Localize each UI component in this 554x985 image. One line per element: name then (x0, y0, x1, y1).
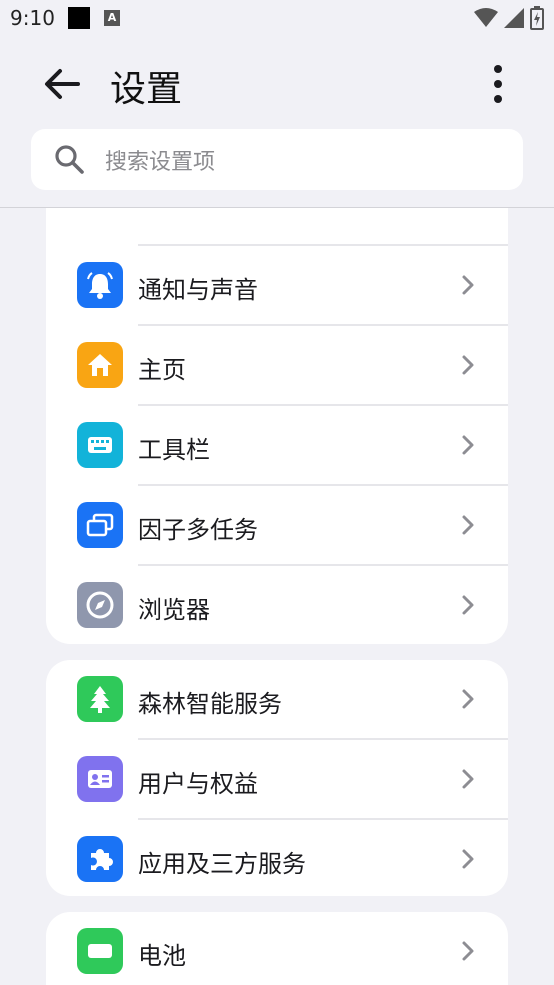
chevron-right-icon (462, 595, 474, 615)
settings-item-multitask[interactable]: 因子多任务 (46, 486, 508, 566)
battery-status-icon (530, 6, 544, 30)
settings-item-browser[interactable]: 浏览器 (46, 566, 508, 644)
chevron-right-icon (462, 689, 474, 709)
settings-item-apps-services[interactable]: 应用及三方服务 (46, 820, 508, 896)
wifi-icon (474, 8, 498, 27)
settings-item-toolbar[interactable]: 工具栏 (46, 406, 508, 486)
search-placeholder: 搜索设置项 (105, 150, 216, 175)
page-title: 设置 (110, 69, 183, 110)
chevron-right-icon (462, 435, 474, 455)
compass-icon (77, 582, 123, 628)
chevron-right-icon (462, 769, 474, 789)
multitask-icon (77, 502, 123, 548)
settings-group-1: 通知与声音 主页 工具栏 因子多任务 浏览器 (46, 208, 508, 644)
more-options-button[interactable] (486, 64, 510, 104)
settings-item-label: 用户与权益 (138, 770, 258, 798)
battery-icon (77, 928, 123, 974)
puzzle-icon (77, 836, 123, 882)
settings-item-label: 工具栏 (138, 436, 210, 464)
chevron-right-icon (462, 275, 474, 295)
search-input[interactable]: 搜索设置项 (31, 129, 523, 190)
status-bar: 9:10 A (0, 0, 554, 40)
app-header: 设置 (0, 48, 554, 124)
settings-item-forest-service[interactable]: 森林智能服务 (46, 660, 508, 740)
settings-item-label: 应用及三方服务 (138, 850, 306, 878)
status-time: 9:10 (10, 6, 55, 30)
settings-item-label: 通知与声音 (138, 276, 258, 304)
settings-item-label: 森林智能服务 (138, 690, 282, 718)
settings-group-2: 森林智能服务 用户与权益 应用及三方服务 (46, 660, 508, 896)
bell-icon (77, 262, 123, 308)
home-icon (77, 342, 123, 388)
settings-group-3: 电池 (46, 912, 508, 985)
settings-item-label: 因子多任务 (138, 516, 258, 544)
status-notification-icon: A (104, 10, 120, 26)
settings-item-label: 浏览器 (138, 596, 210, 624)
status-square-icon (68, 7, 90, 29)
back-button[interactable] (40, 62, 84, 106)
settings-item-home[interactable]: 主页 (46, 326, 508, 406)
settings-item-label: 主页 (138, 356, 186, 384)
signal-icon (504, 8, 524, 28)
search-icon (55, 145, 84, 174)
more-vertical-icon (494, 65, 502, 103)
chevron-right-icon (462, 515, 474, 535)
id-card-icon (77, 756, 123, 802)
settings-list[interactable]: 通知与声音 主页 工具栏 因子多任务 浏览器 森林智能服务 用户与权益 应用及三… (0, 208, 554, 985)
arrow-left-icon (45, 69, 80, 99)
keyboard-icon (77, 422, 123, 468)
chevron-right-icon (462, 355, 474, 375)
settings-item-battery[interactable]: 电池 (46, 912, 508, 985)
settings-item-user-rights[interactable]: 用户与权益 (46, 740, 508, 820)
chevron-right-icon (462, 941, 474, 961)
settings-item-label: 电池 (138, 942, 186, 970)
settings-item-notifications[interactable]: 通知与声音 (46, 246, 508, 326)
status-indicators (474, 6, 544, 30)
chevron-right-icon (462, 849, 474, 869)
tree-icon (77, 676, 123, 722)
